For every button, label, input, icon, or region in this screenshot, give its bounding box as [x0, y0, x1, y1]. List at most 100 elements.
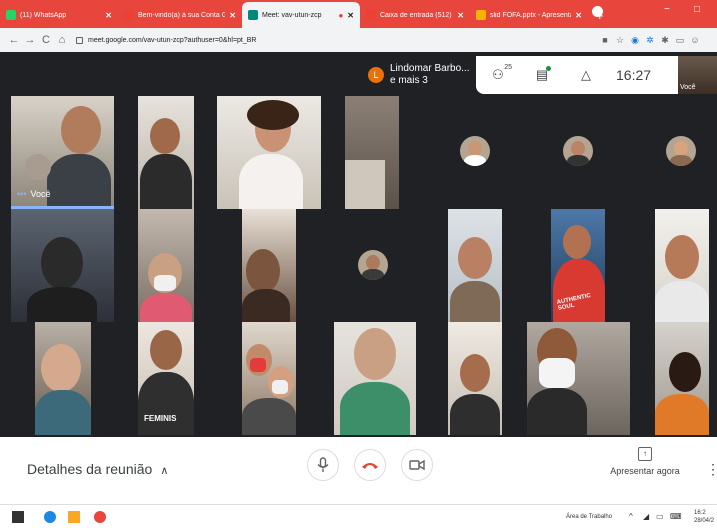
tab-whatsapp[interactable]: (11) WhatsApp ✕ [0, 2, 118, 28]
camera-icon[interactable]: ■ [599, 35, 611, 45]
participant-tile[interactable]: ••• Você [11, 96, 114, 209]
participant-tile[interactable] [11, 209, 114, 322]
file-explorer-icon[interactable] [68, 511, 80, 523]
participant-tile[interactable] [242, 209, 296, 322]
participant-tile[interactable] [334, 322, 416, 435]
self-view-label: Você [680, 84, 696, 91]
gmail-icon [366, 10, 376, 20]
participant-tile[interactable] [35, 322, 91, 435]
chrome-icon[interactable] [94, 511, 106, 523]
self-view-thumbnail[interactable]: Você [678, 56, 717, 94]
taskbar-time: 16:2 [694, 510, 706, 516]
star-icon[interactable]: ☆ [614, 35, 626, 46]
meeting-control-bar: Detalhes da reunião ∧ ↑ Apresentar agora … [0, 437, 717, 504]
participant-tile[interactable] [345, 96, 399, 209]
home-button[interactable]: ⌂ [54, 34, 70, 46]
hang-up-icon [362, 463, 378, 469]
browser-tab-strip: (11) WhatsApp ✕ Bem-vindo(a) à sua Conta… [0, 0, 717, 28]
activities-button[interactable]: △ [564, 56, 608, 94]
minimize-button[interactable]: − [664, 4, 670, 15]
meet-actions-panel: ⚇ 25 ▤ △ 16:27 [476, 56, 678, 94]
participant-tile[interactable] [242, 322, 296, 435]
recording-dot-icon: ● [338, 10, 344, 20]
tab-google-account[interactable]: Bem-vindo(a) à sua Conta G ✕ [118, 2, 242, 28]
meeting-details-button[interactable]: Detalhes da reunião ∧ [27, 461, 168, 477]
keyboard-icon[interactable]: ⌨ [670, 512, 682, 521]
shirt-text: FEMINIS [144, 414, 177, 423]
forward-button[interactable]: → [22, 34, 38, 46]
taskbar-date: 28/04/2 [694, 518, 715, 524]
present-icon: ↑ [638, 447, 652, 461]
more-options-icon: ••• [17, 189, 27, 199]
close-icon[interactable]: ✕ [229, 11, 236, 20]
taskbar-clock[interactable]: 16:2 28/04/2 [694, 509, 714, 525]
present-now-label: Apresentar agora [610, 466, 680, 476]
video-camera-icon [409, 459, 425, 471]
participant-tile[interactable] [448, 322, 502, 435]
network-icon[interactable]: ◢ [643, 512, 649, 521]
slides-icon [476, 10, 486, 20]
close-icon[interactable]: ✕ [457, 11, 464, 20]
meeting-details-label: Detalhes da reunião [27, 461, 153, 477]
desktop-toolbar-label[interactable]: Área de Trabalho [566, 514, 612, 520]
participants-button[interactable]: ⚇ 25 [476, 56, 520, 94]
tab-inbox[interactable]: Caixa de entrada (512) - alv ✕ [360, 2, 470, 28]
host-name: Lindomar Barbo... [390, 63, 470, 74]
camera-button[interactable] [401, 449, 433, 481]
lock-icon [76, 36, 83, 44]
host-more: e mais 3 [390, 75, 428, 86]
host-chip[interactable]: L Lindomar Barbo... e mais 3 [368, 58, 478, 92]
url-field[interactable]: meet.google.com/vav-utun-zcp?authuser=0&… [76, 36, 596, 44]
participant-tile[interactable]: FEMINIS [138, 322, 194, 435]
tab-slides[interactable]: slid FOFA.pptx - Apresentaçã ✕ [470, 2, 588, 28]
participant-avatar[interactable] [460, 136, 490, 166]
extension-icon[interactable]: ◉ [629, 35, 641, 46]
participant-tile[interactable] [655, 209, 709, 322]
whatsapp-icon [6, 10, 16, 20]
new-message-dot [546, 66, 551, 71]
chevron-up-icon[interactable]: ^ [629, 512, 633, 521]
address-bar: ← → C ⌂ meet.google.com/vav-utun-zcp?aut… [0, 28, 717, 52]
edge-icon[interactable] [44, 511, 56, 523]
profile-icon[interactable] [592, 6, 603, 17]
participant-tile[interactable] [217, 96, 321, 209]
chat-button[interactable]: ▤ [520, 56, 564, 94]
maximize-button[interactable]: □ [694, 4, 700, 15]
participants-count: 25 [504, 64, 512, 71]
cast-icon[interactable]: ▭ [674, 35, 686, 46]
gmail-icon [124, 10, 134, 20]
meet-icon [248, 10, 258, 20]
participant-avatar[interactable] [358, 250, 388, 280]
participant-tile[interactable]: AUTHENTIC SOUL [551, 209, 605, 322]
tab-meet[interactable]: Meet: vav-utun-zcp ● ✕ [242, 2, 360, 28]
windows-start-icon[interactable] [12, 511, 24, 523]
participant-avatar[interactable] [666, 136, 696, 166]
shapes-icon: △ [581, 67, 591, 82]
back-button[interactable]: ← [6, 34, 22, 46]
mic-button[interactable] [307, 449, 339, 481]
participant-tile[interactable] [138, 96, 194, 209]
participant-tile[interactable] [448, 209, 502, 322]
puzzle-icon[interactable]: ✱ [659, 35, 671, 46]
leave-call-button[interactable] [354, 449, 386, 481]
participant-tile[interactable] [527, 322, 630, 435]
host-avatar: L [368, 67, 384, 83]
close-icon[interactable]: ✕ [575, 11, 582, 20]
microphone-icon [317, 457, 329, 472]
participant-tile[interactable] [655, 322, 709, 435]
os-taskbar: Área de Trabalho ^ ◢ ▭ ⌨ 16:2 28/04/2 [0, 504, 717, 528]
chevron-up-icon: ∧ [160, 465, 169, 477]
present-now-button[interactable]: ↑ Apresentar agora [605, 447, 685, 476]
more-options-icon[interactable]: ⋮ [706, 461, 717, 478]
close-icon[interactable]: ✕ [347, 11, 354, 20]
participant-tile[interactable] [138, 209, 194, 322]
participant-avatar[interactable] [563, 136, 593, 166]
people-icon: ⚇ [492, 67, 504, 82]
self-tile-label: ••• Você [17, 189, 51, 199]
account-icon[interactable]: ☺ [689, 35, 701, 45]
volume-icon[interactable]: ▭ [656, 512, 664, 521]
reload-button[interactable]: C [38, 34, 54, 46]
meeting-clock: 16:27 [616, 67, 652, 83]
extension-icon[interactable]: ✲ [644, 35, 656, 46]
close-icon[interactable]: ✕ [105, 11, 112, 20]
